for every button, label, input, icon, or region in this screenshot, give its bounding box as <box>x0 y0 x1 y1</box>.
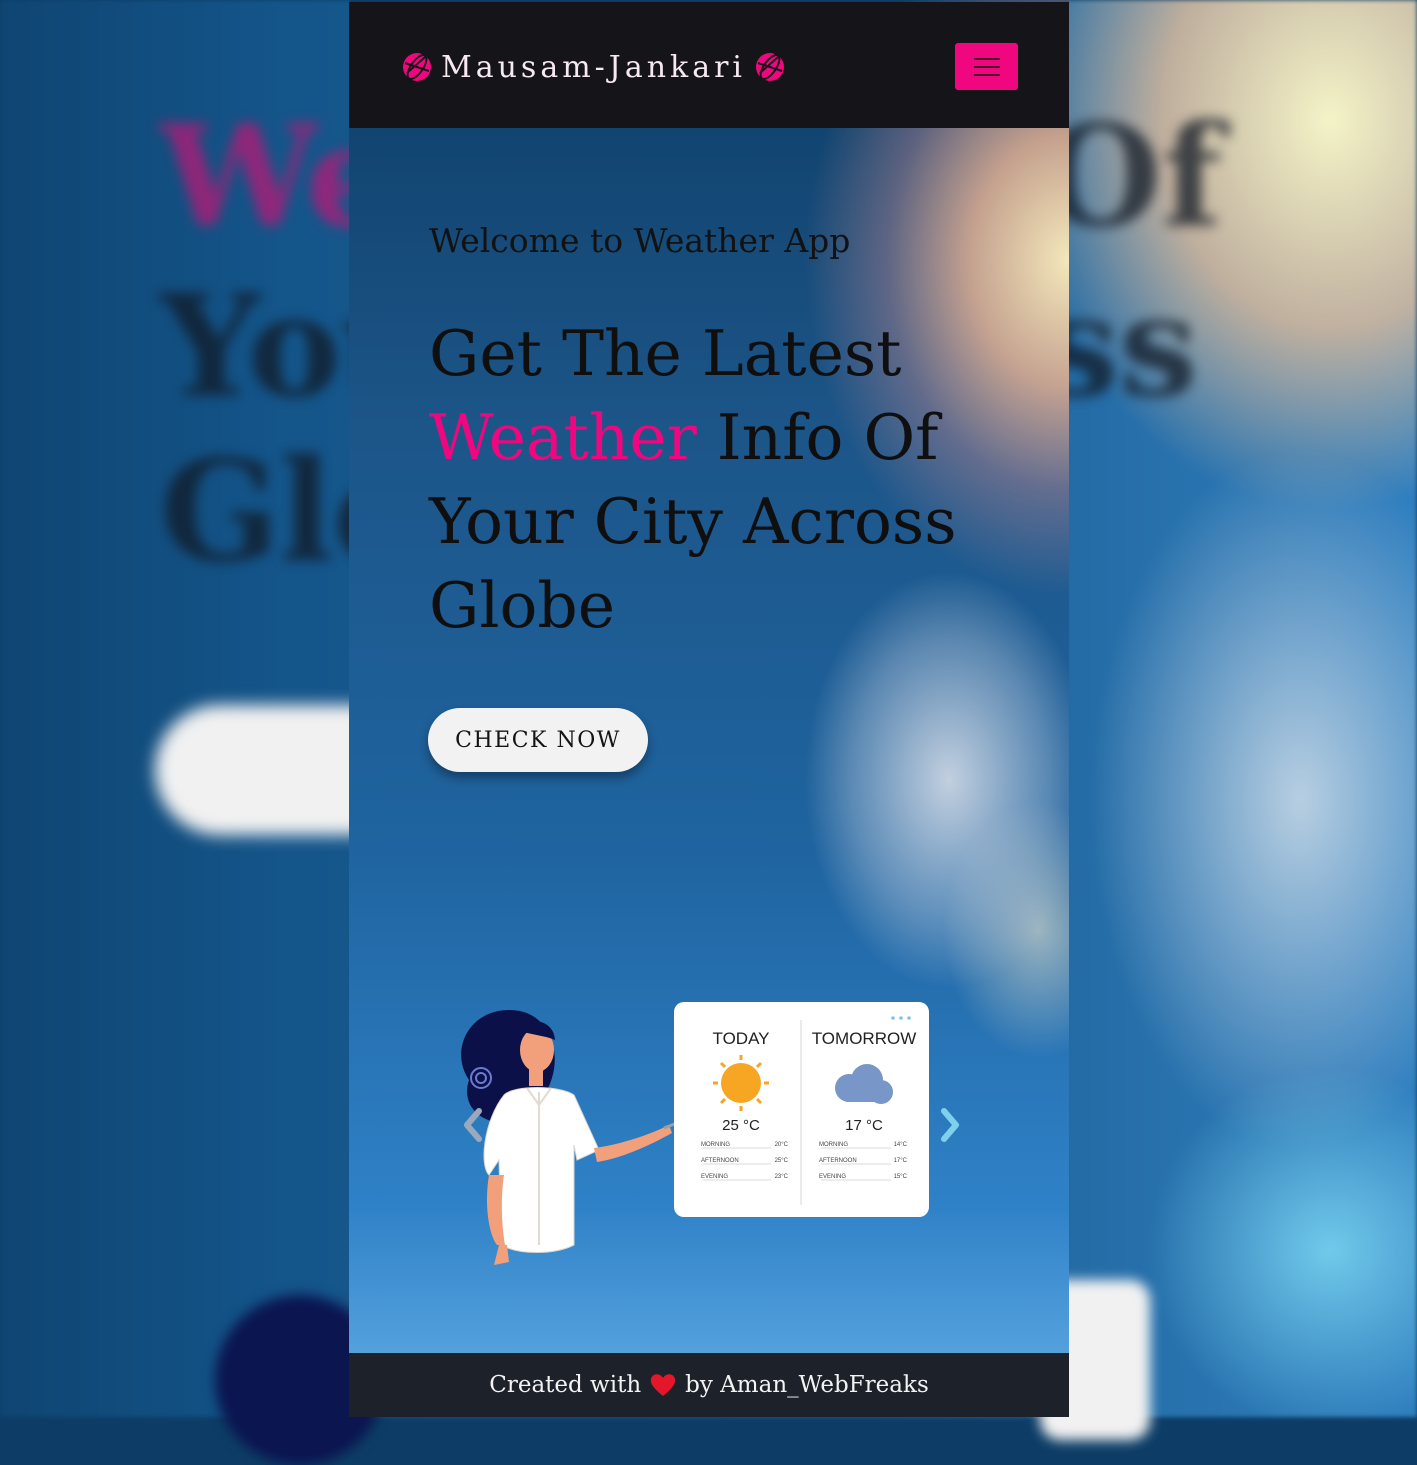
forecast-temperature: 25 °C <box>722 1117 760 1134</box>
heart-icon <box>650 1374 676 1396</box>
headline-line: Globe <box>429 569 616 642</box>
hamburger-menu-icon <box>973 73 1000 76</box>
headline-accent-word: Weather <box>429 401 697 474</box>
globe-icon <box>403 53 431 81</box>
forecast-period-temp: 17°C <box>894 1158 908 1164</box>
weather-presenter-illustration: TODAY 25 °C MORNING 20°C AFTERNOON 25°C EVENIN… <box>461 1002 929 1265</box>
sun-icon <box>713 1055 769 1111</box>
forecast-period-label: MORNING <box>819 1142 848 1148</box>
forecast-temperature: 17 °C <box>845 1117 883 1134</box>
brand-name: Mausam-Jankari <box>441 49 747 85</box>
footer: Created with by Aman_WebFreaks <box>349 1353 1069 1417</box>
app-screen: Mausam-Jankari Welcome to Weather App Ge… <box>349 0 1069 1417</box>
brand-logo[interactable]: Mausam-Jankari <box>401 47 786 87</box>
globe-icon <box>756 53 785 81</box>
hamburger-menu-icon <box>973 57 1000 60</box>
chevron-right-icon <box>941 1108 959 1142</box>
hero-headline: Get The Latest Weather Info Of Your City… <box>429 312 1029 648</box>
hamburger-menu-icon <box>973 65 1000 68</box>
forecast-period-label: AFTERNOON <box>701 1158 739 1164</box>
footer-credit: by Aman_WebFreaks <box>685 1372 929 1398</box>
forecast-period-label: EVENING <box>701 1174 728 1180</box>
chevron-left-icon <box>464 1108 482 1142</box>
forecast-day-title: TODAY <box>713 1029 770 1048</box>
forecast-day-title: TOMORROW <box>812 1029 917 1048</box>
carousel-next-button[interactable] <box>934 1105 964 1145</box>
headline-line: Your City Across <box>429 485 957 558</box>
weather-carousel: TODAY 25 °C MORNING 20°C AFTERNOON 25°C EVENIN… <box>449 1000 969 1280</box>
headline-line: Info Of <box>716 401 939 474</box>
navbar: Mausam-Jankari <box>349 2 1069 128</box>
forecast-period-temp: 25°C <box>775 1158 789 1164</box>
forecast-period-label: MORNING <box>701 1142 730 1148</box>
forecast-period-temp: 20°C <box>775 1142 789 1148</box>
headline-line: Get The Latest <box>429 317 902 390</box>
forecast-period-temp: 15°C <box>894 1174 908 1180</box>
hamburger-menu-button[interactable] <box>955 43 1018 90</box>
welcome-text: Welcome to Weather App <box>429 221 851 260</box>
forecast-period-label: EVENING <box>819 1174 846 1180</box>
carousel-prev-button[interactable] <box>459 1105 489 1145</box>
forecast-period-temp: 23°C <box>775 1174 789 1180</box>
footer-prefix: Created with <box>489 1372 642 1398</box>
check-now-button[interactable]: CHECK NOW <box>428 708 648 772</box>
forecast-period-temp: 14°C <box>894 1142 908 1148</box>
forecast-period-label: AFTERNOON <box>819 1158 857 1164</box>
